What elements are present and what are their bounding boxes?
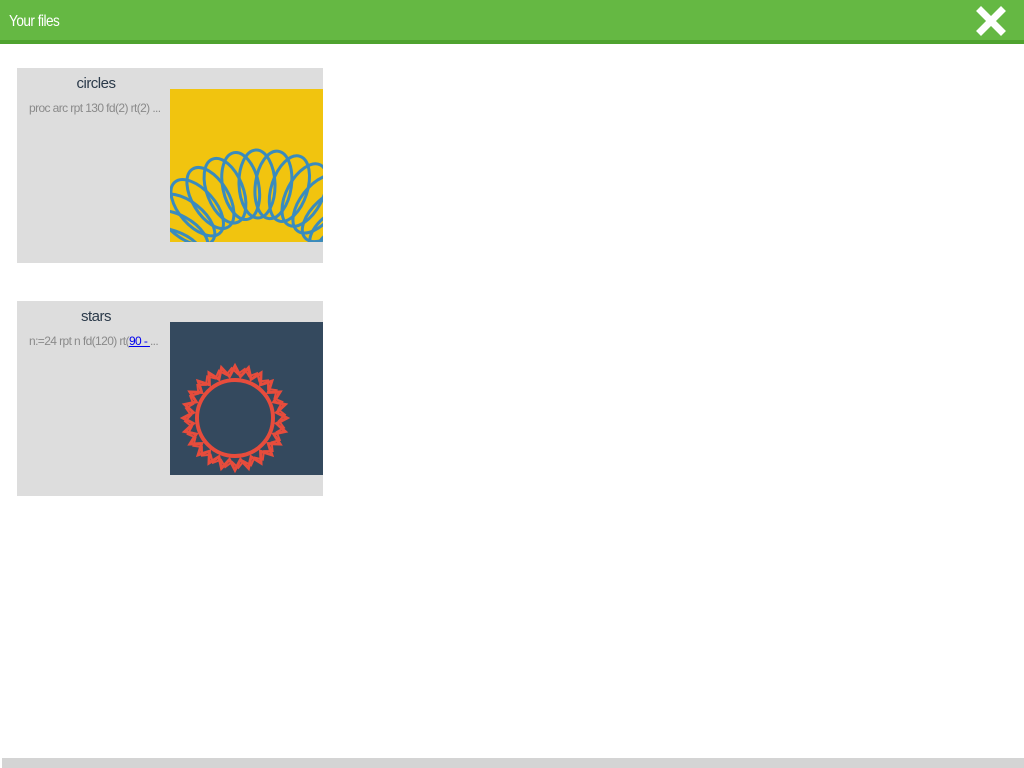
file-thumbnail[interactable] xyxy=(170,322,323,475)
snippet-link[interactable]: 90 - xyxy=(129,334,150,348)
file-name[interactable]: circles xyxy=(17,74,175,94)
file-code-snippet: proc arc rpt 130 fd(2) rt(2) ... xyxy=(29,101,161,115)
close-icon xyxy=(976,6,1006,36)
horizontal-scrollbar[interactable] xyxy=(2,758,1024,768)
app-header: Your files xyxy=(0,0,1024,44)
snippet-text: n:=24 rpt n fd(120) rt( xyxy=(29,334,130,348)
file-thumbnail[interactable] xyxy=(170,89,323,242)
close-button[interactable] xyxy=(975,5,1007,37)
file-card-stars[interactable]: stars n:=24 rpt n fd(120) rt(90 - ... xyxy=(17,301,323,496)
file-code-snippet: n:=24 rpt n fd(120) rt(90 - ... xyxy=(29,333,177,349)
file-name[interactable]: stars xyxy=(17,307,175,327)
page-title: Your files xyxy=(9,13,60,30)
snippet-ellipsis: ... xyxy=(149,334,159,348)
file-card-circles[interactable]: circles proc arc rpt 130 fd(2) rt(2) ... xyxy=(17,68,323,263)
